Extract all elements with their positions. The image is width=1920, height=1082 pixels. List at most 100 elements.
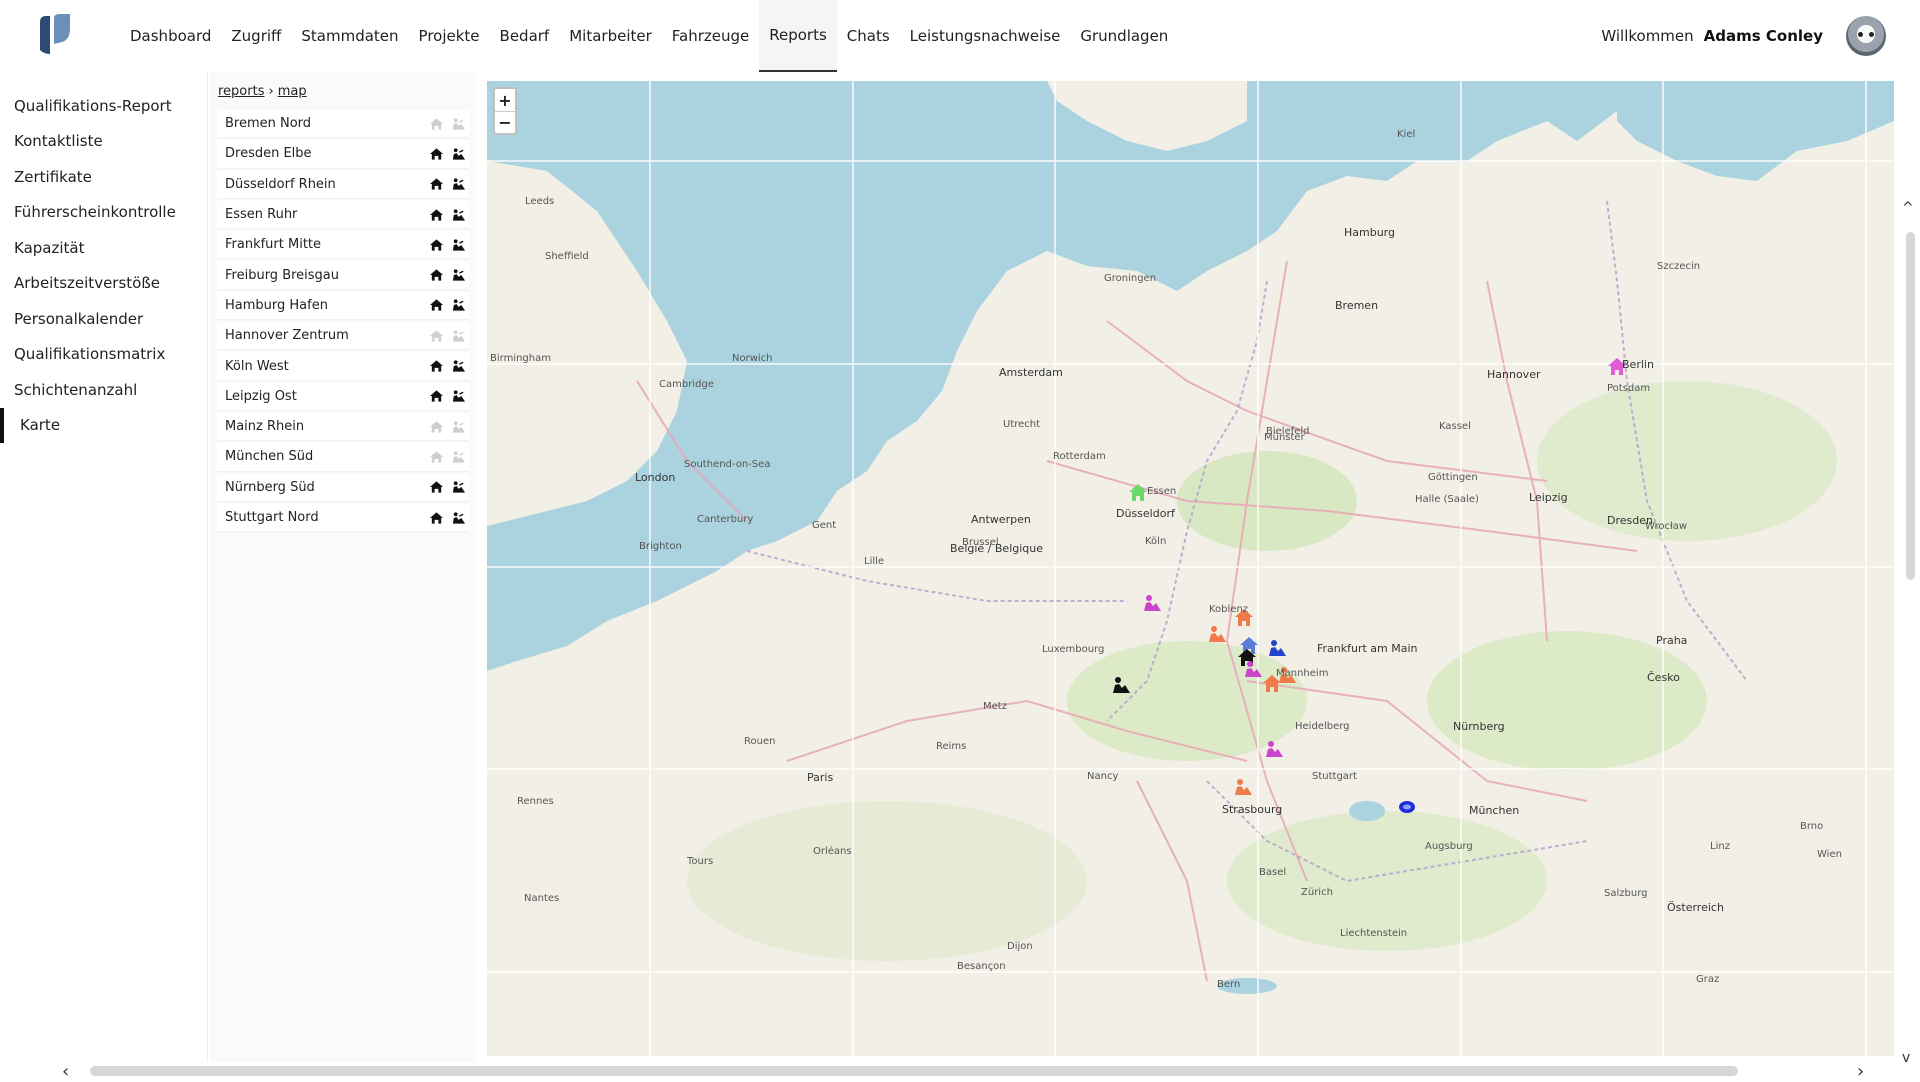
map-city-label: Kiel <box>1397 129 1416 140</box>
home-icon[interactable] <box>425 386 447 406</box>
home-icon[interactable] <box>425 417 447 437</box>
worker-icon[interactable] <box>447 326 469 346</box>
worker-icon[interactable] <box>447 205 469 225</box>
site-row[interactable]: Frankfurt Mitte <box>217 231 469 260</box>
map-city-label: Mannheim <box>1276 668 1329 679</box>
worker-icon[interactable] <box>447 417 469 437</box>
site-name: Freiburg Breisgau <box>225 267 340 283</box>
scroll-up-icon[interactable]: ^ <box>1902 200 1914 216</box>
nav-item-zugriff[interactable]: Zugriff <box>221 0 291 72</box>
nav-item-stammdaten[interactable]: Stammdaten <box>291 0 408 72</box>
site-row[interactable]: Köln West <box>217 352 469 381</box>
site-name: Hamburg Hafen <box>225 297 328 313</box>
site-row[interactable]: Freiburg Breisgau <box>217 261 469 290</box>
vertical-scroll-thumb[interactable] <box>1906 232 1915 580</box>
nav-item-leistungsnachweise[interactable]: Leistungsnachweise <box>900 0 1071 72</box>
site-row[interactable]: Hannover Zentrum <box>217 322 469 351</box>
site-row[interactable]: Leipzig Ost <box>217 382 469 411</box>
map-city-label: Österreich <box>1667 901 1724 914</box>
nav-item-projekte[interactable]: Projekte <box>409 0 490 72</box>
map-city-label: Birmingham <box>490 353 551 364</box>
sidebar-item-f-hrerscheinkontrolle[interactable]: Führerscheinkontrolle <box>0 195 207 231</box>
horizontal-scrollbar[interactable]: ‹ › <box>56 1061 1880 1082</box>
site-row[interactable]: Hamburg Hafen <box>217 291 469 321</box>
map-city-label: Gent <box>812 520 837 531</box>
worker-icon[interactable] <box>447 235 469 255</box>
sidebar-item-qualifikations-report[interactable]: Qualifikations-Report <box>0 88 207 124</box>
worker-icon[interactable] <box>447 265 469 285</box>
scroll-right-icon[interactable]: › <box>1857 1061 1864 1082</box>
map-city-label: Lille <box>864 556 885 567</box>
vertical-scrollbar[interactable]: ^ v <box>1902 200 1918 1070</box>
app-logo-icon[interactable] <box>36 14 72 56</box>
sidebar-item-karte[interactable]: Karte <box>0 407 207 443</box>
map-city-label: Köln <box>1145 536 1167 547</box>
site-row[interactable]: Bremen Nord <box>217 110 469 139</box>
sidebar-item-personalkalender[interactable]: Personalkalender <box>0 301 207 337</box>
breadcrumb-reports-link[interactable]: reports <box>218 84 264 99</box>
sidebar-item-kapazit-t[interactable]: Kapazität <box>0 230 207 266</box>
scroll-left-icon[interactable]: ‹ <box>62 1061 69 1082</box>
home-icon[interactable] <box>425 265 447 285</box>
site-row[interactable]: München Süd <box>217 443 469 472</box>
worker-icon[interactable] <box>447 508 469 528</box>
site-row[interactable]: Stuttgart Nord <box>217 503 469 533</box>
breadcrumb-current[interactable]: map <box>278 84 307 99</box>
site-row[interactable]: Dresden Elbe <box>217 140 469 169</box>
worker-icon[interactable] <box>447 447 469 467</box>
sidebar-item-schichtenanzahl[interactable]: Schichtenanzahl <box>0 372 207 408</box>
home-icon[interactable] <box>425 114 447 134</box>
worker-icon[interactable] <box>447 386 469 406</box>
home-icon[interactable] <box>425 205 447 225</box>
horizontal-scroll-thumb[interactable] <box>90 1066 1738 1076</box>
map-city-label: Orléans <box>813 846 852 857</box>
site-row[interactable]: Mainz Rhein <box>217 412 469 442</box>
map-city-label: Kassel <box>1439 421 1471 432</box>
site-row[interactable]: Nürnberg Süd <box>217 473 469 502</box>
home-icon[interactable] <box>425 295 447 315</box>
zoom-out-button[interactable]: − <box>495 111 515 133</box>
user-name[interactable]: Adams Conley <box>1704 27 1823 45</box>
nav-item-reports[interactable]: Reports <box>759 0 837 72</box>
sidebar-item-qualifikationsmatrix[interactable]: Qualifikationsmatrix <box>0 337 207 373</box>
home-icon[interactable] <box>425 447 447 467</box>
home-icon[interactable] <box>425 477 447 497</box>
site-name: Bremen Nord <box>225 116 312 132</box>
worker-icon[interactable] <box>447 144 469 164</box>
map-view[interactable]: Kiel Hamburg Bremen Groningen Amsterdam Hanno… <box>487 81 1894 1056</box>
home-icon[interactable] <box>425 174 447 194</box>
breadcrumb: reports › map <box>210 72 476 110</box>
nav-item-dashboard[interactable]: Dashboard <box>120 0 221 72</box>
map-city-label: Antwerpen <box>971 513 1031 526</box>
map-city-label: Münster <box>1264 432 1305 443</box>
nav-item-grundlagen[interactable]: Grundlagen <box>1070 0 1178 72</box>
nav-item-chats[interactable]: Chats <box>837 0 900 72</box>
home-icon[interactable] <box>425 235 447 255</box>
home-icon[interactable] <box>425 326 447 346</box>
home-icon[interactable] <box>425 356 447 376</box>
map-city-label: Nürnberg <box>1453 720 1505 733</box>
map-city-label: Brighton <box>639 541 682 552</box>
map-marker-blob[interactable] <box>1399 801 1415 813</box>
welcome-area: Willkommen Adams Conley <box>1601 0 1823 72</box>
zoom-in-button[interactable]: + <box>495 89 515 111</box>
home-icon[interactable] <box>425 508 447 528</box>
home-icon[interactable] <box>425 144 447 164</box>
sidebar-item-kontaktliste[interactable]: Kontaktliste <box>0 124 207 160</box>
nav-item-bedarf[interactable]: Bedarf <box>490 0 560 72</box>
sidebar-item-arbeitszeitverst-e[interactable]: Arbeitszeitverstöße <box>0 266 207 302</box>
map-city-label: Wien <box>1817 849 1842 860</box>
nav-item-mitarbeiter[interactable]: Mitarbeiter <box>559 0 662 72</box>
worker-icon[interactable] <box>447 477 469 497</box>
scroll-down-icon[interactable]: v <box>1902 1050 1910 1066</box>
map-city-label: Rotterdam <box>1053 451 1106 462</box>
site-row[interactable]: Essen Ruhr <box>217 200 469 230</box>
worker-icon[interactable] <box>447 356 469 376</box>
site-row[interactable]: Düsseldorf Rhein <box>217 170 469 199</box>
nav-item-fahrzeuge[interactable]: Fahrzeuge <box>662 0 759 72</box>
avatar[interactable] <box>1846 16 1886 56</box>
sidebar-item-zertifikate[interactable]: Zertifikate <box>0 159 207 195</box>
worker-icon[interactable] <box>447 174 469 194</box>
worker-icon[interactable] <box>447 114 469 134</box>
worker-icon[interactable] <box>447 295 469 315</box>
